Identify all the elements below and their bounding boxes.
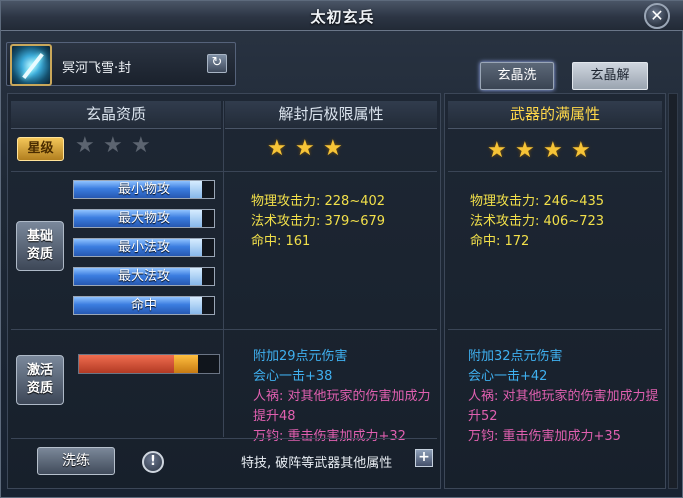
- title-bar: 太初玄兵 ✕: [1, 1, 683, 31]
- row-separator: [448, 329, 662, 330]
- star-filled-icon: ★: [515, 138, 535, 163]
- full-attr: 物理攻击力: 246~435: [470, 194, 605, 209]
- full-special-1: 附加32点元伤害: [468, 349, 563, 364]
- close-icon: ✕: [650, 6, 664, 25]
- plus-icon: +: [418, 449, 430, 465]
- activate-bar-red-fill: [79, 355, 175, 373]
- row-separator: [11, 171, 437, 172]
- stat-bar-max-phys: 最大物攻: [73, 209, 215, 228]
- refresh-icon: ↻: [211, 55, 223, 70]
- info-icon: !: [150, 454, 156, 469]
- unsealed-attr: 法术攻击力: 379~679: [251, 214, 386, 229]
- tab-crystal-wash[interactable]: 玄晶洗练: [480, 62, 554, 109]
- scrollbar[interactable]: [668, 93, 678, 489]
- basic-aptitude-label: 基础 资质: [26, 229, 53, 262]
- unsealed-special-3: 人祸: 对其他玩家的伤害加成力提升48: [253, 389, 431, 424]
- full-attr: 法术攻击力: 406~723: [470, 214, 605, 229]
- column-divider: [223, 101, 224, 437]
- stat-label: 最大物攻: [117, 211, 170, 226]
- row-separator: [11, 438, 437, 439]
- other-attrs-label: 特技, 破阵等武器其他属性: [241, 456, 393, 471]
- unsealed-attr: 命中: 161: [251, 234, 311, 249]
- tab-crystal-unseal[interactable]: 玄晶解封: [572, 62, 648, 109]
- weapon-name: 冥河飞雪·封: [62, 61, 132, 76]
- star-filled-icon: ★: [543, 138, 563, 163]
- sword-weapon-icon[interactable]: [10, 44, 52, 86]
- activate-bar-orange-fill: [174, 355, 198, 373]
- star-filled-icon: ★: [267, 136, 287, 161]
- row-separator: [11, 329, 437, 330]
- unsealed-special-1: 附加29点元伤害: [253, 349, 348, 364]
- stat-label: 最大法攻: [117, 269, 170, 284]
- taichu-weapon-window: 太初玄兵 ✕ 冥河飞雪·封 ↻ 玄晶洗练 玄晶解封 玄晶资质 解封后极限属性 武…: [0, 0, 683, 498]
- stat-bar-min-phys: 最小物攻: [73, 180, 215, 199]
- header-weapon-full-attr: 武器的满属性: [448, 101, 662, 129]
- star-filled-icon: ★: [487, 138, 507, 163]
- header-crystal-aptitude: 玄晶资质: [11, 101, 221, 129]
- full-attr: 命中: 172: [470, 234, 530, 249]
- activate-aptitude-bar: [78, 354, 220, 374]
- star-empty-icon: ★: [131, 133, 151, 158]
- unsealed-special-4: 万钧: 重击伤害加成力+32: [253, 429, 406, 444]
- star-empty-icon: ★: [103, 133, 123, 158]
- row-separator: [448, 171, 662, 172]
- activate-aptitude-label: 激活 资质: [26, 363, 53, 396]
- basic-aptitude-button[interactable]: 基础 资质: [16, 221, 64, 271]
- close-button[interactable]: ✕: [644, 3, 670, 29]
- grade-badge: 星级: [17, 137, 64, 161]
- stat-bar-max-magic: 最大法攻: [73, 267, 215, 286]
- wash-button[interactable]: 洗练: [37, 447, 115, 475]
- stat-bar-min-magic: 最小法攻: [73, 238, 215, 257]
- stat-label: 最小物攻: [117, 182, 170, 197]
- full-special-4: 万钧: 重击伤害加成力+35: [468, 429, 621, 444]
- star-empty-icon: ★: [75, 133, 95, 158]
- full-special-2: 会心一击+42: [468, 369, 548, 384]
- activate-aptitude-button[interactable]: 激活 资质: [16, 355, 64, 405]
- info-button[interactable]: !: [142, 451, 164, 473]
- star-filled-icon: ★: [571, 138, 591, 163]
- star-filled-icon: ★: [323, 136, 343, 161]
- stat-label: 命中: [130, 298, 157, 313]
- unsealed-special-2: 会心一击+38: [253, 369, 333, 384]
- star-filled-icon: ★: [295, 136, 315, 161]
- full-special-3: 人祸: 对其他玩家的伤害加成力提升52: [468, 389, 659, 424]
- stat-bar-hit: 命中: [73, 296, 215, 315]
- stat-label: 最小法攻: [117, 240, 170, 255]
- header-unsealed-limit: 解封后极限属性: [225, 101, 437, 129]
- refresh-button[interactable]: ↻: [207, 54, 227, 73]
- window-title: 太初玄兵: [310, 8, 375, 26]
- weapon-slot: 冥河飞雪·封 ↻: [6, 42, 236, 86]
- expand-other-attrs-button[interactable]: +: [415, 449, 433, 467]
- unsealed-attr: 物理攻击力: 228~402: [251, 194, 386, 209]
